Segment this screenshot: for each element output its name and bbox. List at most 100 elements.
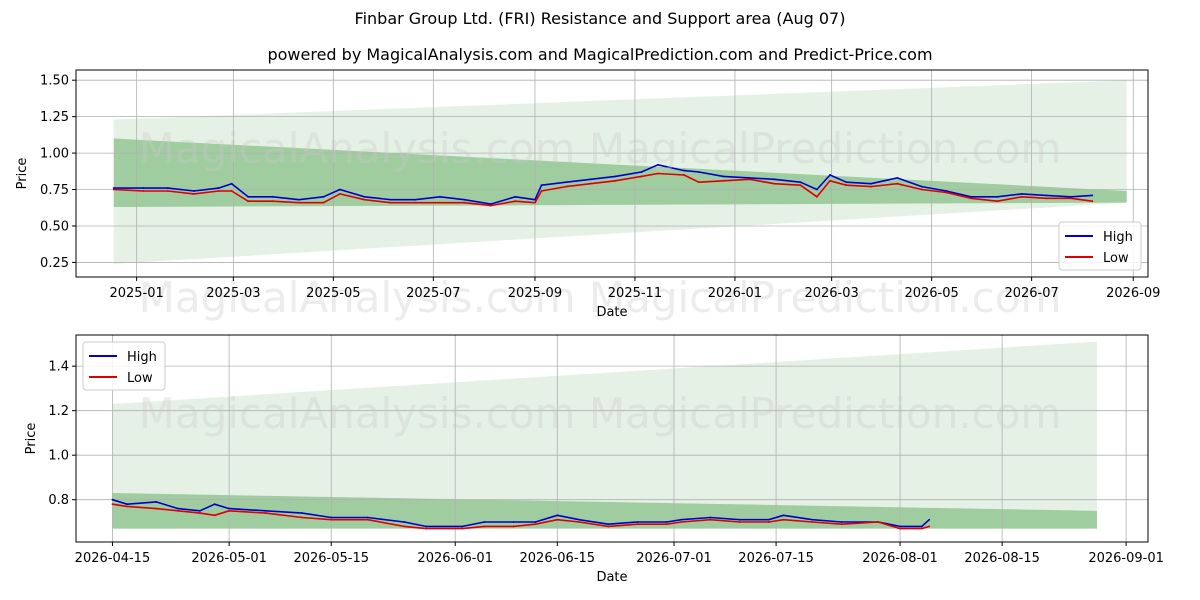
data-point-low: [589, 182, 592, 185]
data-point-high: [928, 518, 931, 521]
y-tick-label: 1.2: [48, 404, 69, 419]
data-point-low: [773, 182, 776, 185]
data-point-low: [213, 514, 216, 517]
y-tick-label: 1.00: [40, 147, 69, 162]
data-point-low: [463, 201, 466, 204]
data-point-high: [607, 523, 610, 526]
data-point-high: [680, 518, 683, 521]
data-point-low: [640, 175, 643, 178]
data-point-high: [614, 175, 617, 178]
data-point-high: [782, 514, 785, 517]
bottom-chart-panel: MagicalAnalysis.com MagicalPrediction.co…: [24, 334, 1164, 585]
legend-label-high: High: [127, 350, 157, 365]
data-point-low: [389, 201, 392, 204]
data-point-high: [996, 195, 999, 198]
x-tick-label: 2026-07: [1004, 286, 1058, 301]
plot-area: [76, 70, 1148, 277]
data-point-low: [840, 523, 843, 526]
data-point-high: [589, 178, 592, 181]
data-point-high: [414, 198, 417, 201]
data-point-low: [815, 195, 818, 198]
x-tick-label: 2026-07-15: [738, 551, 814, 566]
data-point-high: [665, 521, 668, 523]
data-point-low: [738, 521, 741, 523]
data-point-high: [540, 184, 543, 187]
data-point-high: [301, 512, 303, 514]
data-point-low: [722, 179, 725, 182]
data-point-high: [199, 509, 201, 512]
data-point-low: [921, 527, 923, 530]
y-tick-label: 1.25: [40, 110, 69, 125]
data-point-low: [782, 518, 785, 521]
x-tick-label: 2026-06-15: [520, 551, 596, 566]
y-axis-label: Price: [15, 158, 30, 190]
data-point-low: [534, 201, 536, 204]
data-point-low: [301, 516, 303, 519]
data-point-high: [556, 514, 559, 517]
data-point-low: [1020, 195, 1023, 198]
data-point-high: [330, 516, 333, 519]
y-tick-label: 1.50: [40, 74, 69, 89]
x-tick-label: 2025-05: [306, 286, 360, 301]
data-point-low: [461, 527, 464, 530]
data-point-low: [438, 201, 441, 204]
data-point-low: [970, 197, 972, 200]
x-tick-label: 2026-03: [804, 286, 858, 301]
data-point-high: [799, 181, 802, 184]
legend: High Low: [1058, 221, 1142, 271]
x-tick-label: 2026-01: [708, 286, 762, 301]
data-point-low: [920, 188, 923, 191]
data-point-high: [512, 521, 515, 523]
y-tick-label: 0.50: [40, 219, 69, 234]
data-point-high: [483, 521, 486, 523]
x-axis-label: Date: [596, 570, 627, 585]
data-point-high: [425, 525, 427, 528]
legend-label-low: Low: [1103, 251, 1129, 266]
data-point-low: [877, 521, 880, 523]
data-point-low: [614, 179, 617, 182]
data-point-low: [899, 527, 901, 530]
data-point-high: [514, 195, 517, 198]
data-point-high: [298, 198, 300, 201]
x-tick-label: 2026-04-15: [75, 551, 151, 566]
data-point-low: [193, 193, 195, 195]
data-point-low: [366, 518, 369, 521]
data-point-low: [1045, 197, 1048, 200]
legend: High Low: [82, 341, 166, 391]
data-point-low: [112, 188, 115, 191]
data-point-low: [126, 505, 128, 508]
data-point-high: [166, 187, 169, 189]
data-point-low: [330, 518, 333, 521]
data-point-low: [403, 525, 406, 528]
data-point-high: [709, 516, 712, 519]
data-point-low: [425, 527, 427, 530]
x-tick-label: 2025-07: [406, 286, 460, 301]
watermark: MagicalAnalysis.com MagicalPrediction.co…: [139, 124, 1062, 173]
data-point-low: [709, 518, 712, 521]
data-point-high: [899, 525, 901, 528]
data-point-high: [193, 190, 195, 192]
data-point-high: [213, 503, 216, 506]
data-point-low: [556, 518, 559, 521]
data-point-high: [366, 516, 369, 519]
data-point-low: [1091, 200, 1094, 203]
data-point-low: [945, 191, 948, 194]
data-point-high: [461, 525, 464, 528]
plot-area: [76, 335, 1148, 542]
data-point-high: [264, 509, 267, 512]
data-point-low: [578, 521, 581, 523]
data-point-high: [811, 518, 814, 521]
data-point-high: [1091, 194, 1094, 197]
data-point-low: [166, 190, 169, 192]
data-point-low: [811, 521, 814, 523]
data-point-high: [463, 198, 466, 201]
data-point-low: [683, 174, 686, 176]
data-point-high: [578, 518, 581, 521]
data-point-high: [126, 503, 128, 506]
legend-label-low: Low: [127, 371, 153, 386]
data-point-high: [815, 188, 818, 191]
x-tick-label: 2026-05-01: [191, 551, 267, 566]
data-point-high: [840, 521, 843, 523]
data-point-high: [217, 187, 220, 189]
x-tick-label: 2026-08-15: [964, 551, 1040, 566]
